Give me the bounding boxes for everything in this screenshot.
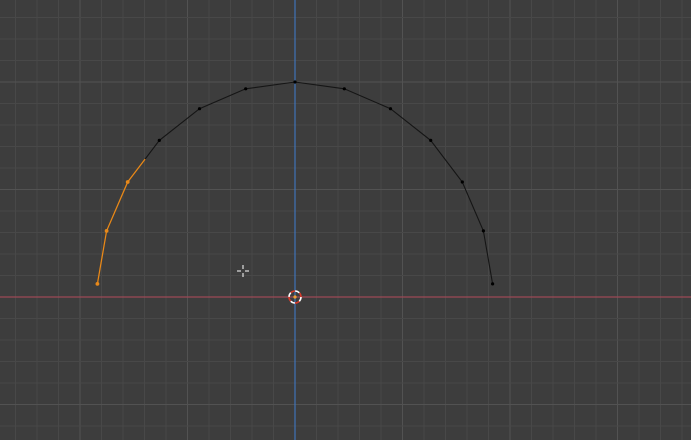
curve-vertex-selected[interactable] [95,282,100,286]
curve-vertex[interactable] [342,87,346,91]
3d-viewport[interactable] [0,0,691,440]
curve-vertex[interactable] [460,180,464,184]
curve-selected-edges[interactable] [96,158,146,285]
curve-vertex[interactable] [244,87,248,91]
curve-vertex-selected[interactable] [104,229,109,233]
curve-vertex[interactable] [491,282,495,286]
curve-vertex-selected[interactable] [125,180,130,184]
curve-vertex[interactable] [481,229,485,233]
curve-vertex[interactable] [293,80,297,84]
viewport-canvas[interactable] [0,0,691,440]
curve-vertex[interactable] [157,138,161,142]
viewport-grid [0,0,691,440]
curve-vertex[interactable] [197,107,202,111]
curve-vertex[interactable] [388,107,393,111]
curve-vertex[interactable] [429,138,433,142]
